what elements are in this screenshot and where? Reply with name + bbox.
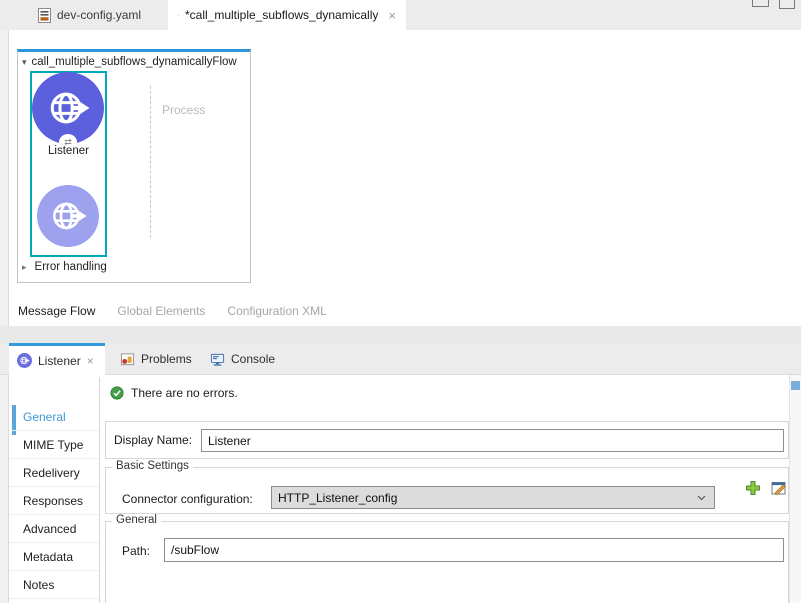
listener-component-label: Listener [30, 145, 107, 157]
connector-configuration-select[interactable]: HTTP_Listener_config [271, 486, 715, 509]
validation-status-row: There are no errors. [110, 386, 238, 400]
editor-tab-bar: dev-config.yaml *call_multiple_subflows_… [0, 0, 801, 31]
no-errors-check-icon [110, 386, 124, 400]
sidebar-item-notes[interactable]: Notes [9, 571, 99, 599]
close-tab-icon[interactable]: × [87, 354, 94, 368]
globe-arrow-icon [19, 355, 30, 366]
tab-problems[interactable]: Problems [112, 343, 200, 375]
error-handling-label: Error handling [35, 261, 107, 273]
sidebar-item-advanced[interactable]: Advanced [9, 515, 99, 543]
general-group: General Path: [105, 521, 789, 603]
tab-label: *call_multiple_subflows_dynamically [185, 8, 378, 22]
tab-global-elements[interactable]: Global Elements [117, 304, 205, 318]
sidebar-item-mime-type[interactable]: MIME Type [9, 431, 99, 459]
sidebar-item-redelivery[interactable]: Redelivery [9, 459, 99, 487]
editor-view-tabs: Message Flow Global Elements Configurati… [9, 296, 801, 326]
sidebar-item-responses[interactable]: Responses [9, 487, 99, 515]
bottom-panel-tab-bar: Listener × Problems Console [0, 343, 801, 375]
tab-listener-properties[interactable]: Listener × [9, 343, 105, 375]
error-handling-section[interactable]: ▸ Error handling [22, 261, 107, 273]
scrollbar-thumb[interactable] [791, 381, 800, 390]
problems-icon [120, 352, 135, 367]
tab-label: dev-config.yaml [57, 8, 141, 22]
horizontal-sash[interactable] [0, 326, 801, 343]
tab-label: Listener [38, 354, 81, 368]
tab-message-flow[interactable]: Message Flow [18, 304, 95, 318]
general-legend: General [112, 514, 161, 526]
console-icon [210, 352, 225, 367]
selected-connector-config: HTTP_Listener_config [278, 491, 397, 505]
dragged-component-ghost[interactable] [37, 185, 99, 247]
path-label: Path: [122, 544, 150, 558]
edit-pencil-icon [771, 480, 788, 496]
maximize-icon[interactable] [779, 0, 795, 9]
minimize-icon[interactable] [752, 0, 769, 7]
add-connector-config-button[interactable] [745, 480, 761, 496]
basic-settings-legend: Basic Settings [112, 460, 193, 472]
display-name-label: Display Name: [114, 433, 192, 447]
display-name-group: Display Name: [105, 421, 789, 459]
listener-mini-icon [17, 353, 32, 368]
flow-title: call_multiple_subflows_dynamicallyFlow [32, 56, 237, 68]
globe-arrow-icon [45, 85, 91, 131]
collapse-triangle-icon[interactable]: ▾ [22, 57, 27, 68]
sidebar-item-general[interactable]: General [9, 403, 99, 431]
mule-logo-icon [178, 8, 179, 23]
process-placeholder-label: Process [162, 103, 205, 117]
properties-scrollbar[interactable] [789, 375, 801, 603]
basic-settings-group: Basic Settings Connector configuration: … [105, 467, 789, 514]
source-process-divider [150, 86, 151, 238]
expand-triangle-icon[interactable]: ▸ [22, 262, 27, 273]
flow-title-row[interactable]: ▾ call_multiple_subflows_dynamicallyFlow [22, 56, 237, 68]
status-text: There are no errors. [131, 386, 238, 400]
tab-label: Problems [141, 352, 192, 366]
path-input[interactable] [164, 538, 784, 562]
tab-console[interactable]: Console [202, 343, 283, 375]
tab-configuration-xml[interactable]: Configuration XML [227, 304, 326, 318]
green-plus-icon [745, 480, 761, 496]
sidebar-item-metadata[interactable]: Metadata [9, 543, 99, 571]
tab-call-multiple-subflows[interactable]: *call_multiple_subflows_dynamically × [168, 0, 406, 30]
tab-dev-config-yaml[interactable]: dev-config.yaml [28, 0, 151, 30]
connector-configuration-label: Connector configuration: [122, 492, 253, 506]
left-trim-strip [0, 30, 9, 603]
tab-label: Console [231, 352, 275, 366]
edit-connector-config-button[interactable] [771, 480, 788, 496]
display-name-input[interactable] [201, 429, 784, 452]
yaml-file-icon [38, 8, 51, 23]
globe-arrow-icon [48, 196, 88, 236]
chevron-down-icon [697, 495, 706, 501]
close-tab-icon[interactable]: × [388, 8, 396, 23]
